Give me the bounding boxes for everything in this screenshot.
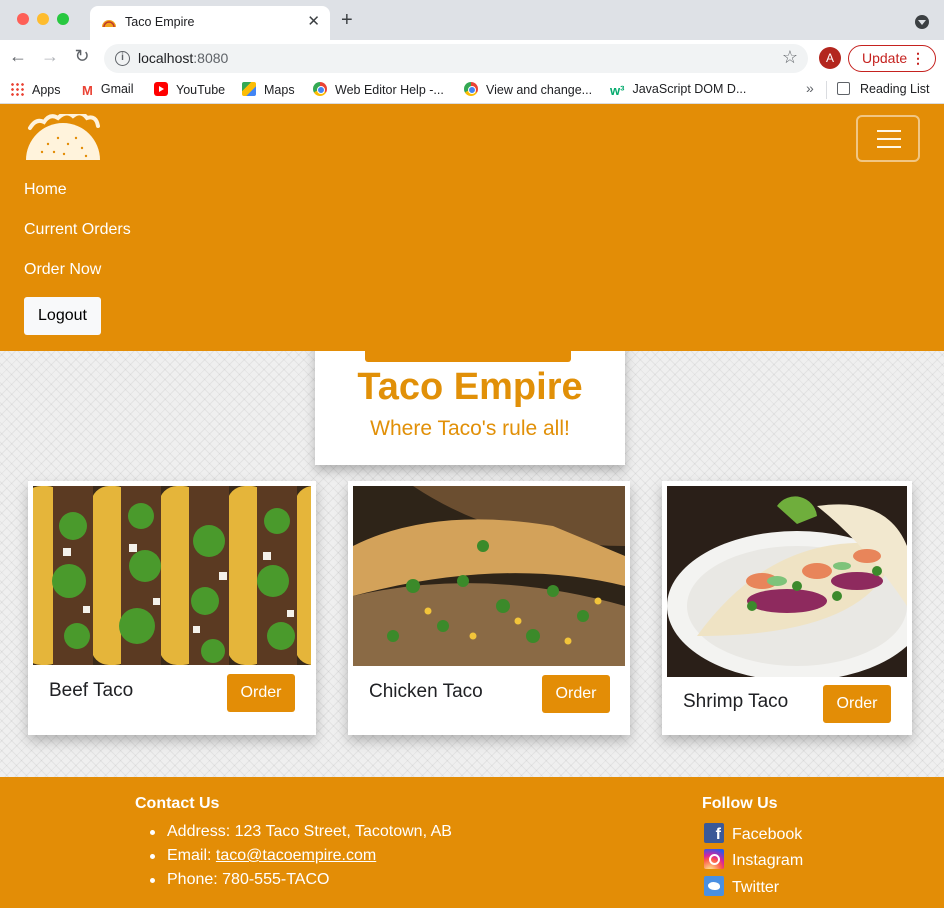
tab-title: Taco Empire [125, 15, 195, 29]
social-link-instagram[interactable]: Instagram [704, 849, 803, 871]
minimize-window-button[interactable] [37, 13, 49, 25]
reading-list-button[interactable]: Reading List [837, 82, 930, 96]
order-chicken-taco-button[interactable]: Order [542, 675, 610, 713]
back-arrow-icon[interactable]: ← [6, 46, 30, 67]
bookmark-star-icon[interactable]: ☆ [782, 47, 798, 68]
bookmark-web-editor-help[interactable]: Web Editor Help -... [313, 82, 444, 97]
close-window-button[interactable] [17, 13, 29, 25]
product-card-chicken: Chicken Taco Order [348, 481, 630, 735]
forward-arrow-icon[interactable]: → [38, 46, 62, 67]
more-vert-icon: ⋮ [911, 50, 925, 66]
gmail-icon: M [82, 83, 93, 98]
facebook-icon [704, 823, 724, 844]
youtube-icon [154, 82, 168, 96]
reload-icon[interactable]: ↻ [70, 46, 94, 67]
logout-button[interactable]: Logout [24, 297, 101, 335]
bookmark-gmail[interactable]: M Gmail [82, 82, 134, 98]
bookmarks-divider [826, 81, 827, 99]
chrome-icon [313, 82, 327, 96]
new-tab-button[interactable]: + [341, 9, 353, 32]
bookmark-view-and-change[interactable]: View and change... [464, 82, 592, 97]
product-card-beef: Beef Taco Order [28, 481, 316, 735]
contact-phone: Phone: 780-555-TACO [150, 871, 452, 895]
shrimp-taco-image [667, 486, 907, 677]
w3schools-icon: w³ [610, 83, 625, 98]
nav-link-home[interactable]: Home [24, 181, 67, 199]
contact-email: Email: taco@tacoempire.com [150, 847, 452, 871]
bookmark-javascript-dom[interactable]: w³ JavaScript DOM D... [610, 82, 746, 98]
apps-grid-icon [10, 82, 24, 96]
site-footer: Contact Us Address: 123 Taco Street, Tac… [0, 777, 944, 908]
update-label: Update [862, 50, 908, 66]
email-link[interactable]: taco@tacoempire.com [216, 847, 376, 864]
contact-list: Address: 123 Taco Street, Tacotown, AB E… [150, 823, 452, 895]
hero-title: Taco Empire [357, 366, 583, 408]
update-button[interactable]: Update ⋮ [848, 45, 936, 72]
more-bookmarks-icon[interactable]: » [806, 80, 814, 96]
browser-tab-bar: Taco Empire ✕ + [0, 0, 944, 40]
browser-tab[interactable]: Taco Empire ✕ [90, 6, 330, 40]
nav-link-order-now[interactable]: Order Now [24, 261, 101, 279]
browser-toolbar: ← → ↻ i localhost:8080 ☆ [0, 40, 944, 76]
contact-heading: Contact Us [135, 795, 220, 812]
url-text: localhost:8080 [138, 50, 229, 66]
close-tab-icon[interactable]: ✕ [307, 12, 320, 30]
navbar-toggle-button[interactable] [856, 115, 920, 162]
product-card-shrimp: Shrimp Taco Order [662, 481, 912, 735]
maps-icon [242, 82, 256, 96]
order-shrimp-taco-button[interactable]: Order [823, 685, 891, 723]
taco-logo-icon[interactable] [24, 114, 102, 162]
maximize-window-button[interactable] [57, 13, 69, 25]
instagram-icon [704, 849, 724, 869]
bookmarks-bar: Apps M Gmail YouTube Maps Web Editor Help… [0, 76, 944, 104]
follow-heading: Follow Us [702, 795, 778, 812]
profile-avatar[interactable]: A [819, 47, 841, 69]
site-navbar: Home Current Orders Order Now Logout [0, 104, 944, 351]
bookmark-maps[interactable]: Maps [242, 82, 295, 97]
site-info-icon[interactable]: i [115, 51, 130, 66]
chrome-icon [464, 82, 478, 96]
address-bar[interactable]: i localhost:8080 ☆ [104, 44, 808, 73]
order-beef-taco-button[interactable]: Order [227, 674, 295, 712]
bookmark-youtube[interactable]: YouTube [154, 82, 225, 97]
social-link-twitter[interactable]: Twitter [704, 876, 779, 898]
product-name: Chicken Taco [369, 681, 483, 702]
beef-taco-image [33, 486, 311, 665]
bookmark-apps[interactable]: Apps [10, 82, 61, 97]
product-name: Shrimp Taco [683, 691, 789, 712]
social-link-facebook[interactable]: Facebook [704, 823, 802, 845]
contact-address: Address: 123 Taco Street, Tacotown, AB [150, 823, 452, 847]
tab-search-icon[interactable] [915, 15, 929, 29]
page-viewport: Home Current Orders Order Now Logout Tac… [0, 104, 944, 908]
taco-favicon-icon [102, 20, 116, 28]
chicken-taco-image [353, 486, 625, 666]
twitter-icon [704, 876, 724, 896]
product-name: Beef Taco [49, 680, 134, 701]
nav-link-current-orders[interactable]: Current Orders [24, 221, 131, 239]
reading-list-icon [837, 82, 850, 95]
hero-tagline: Where Taco's rule all! [370, 417, 570, 440]
